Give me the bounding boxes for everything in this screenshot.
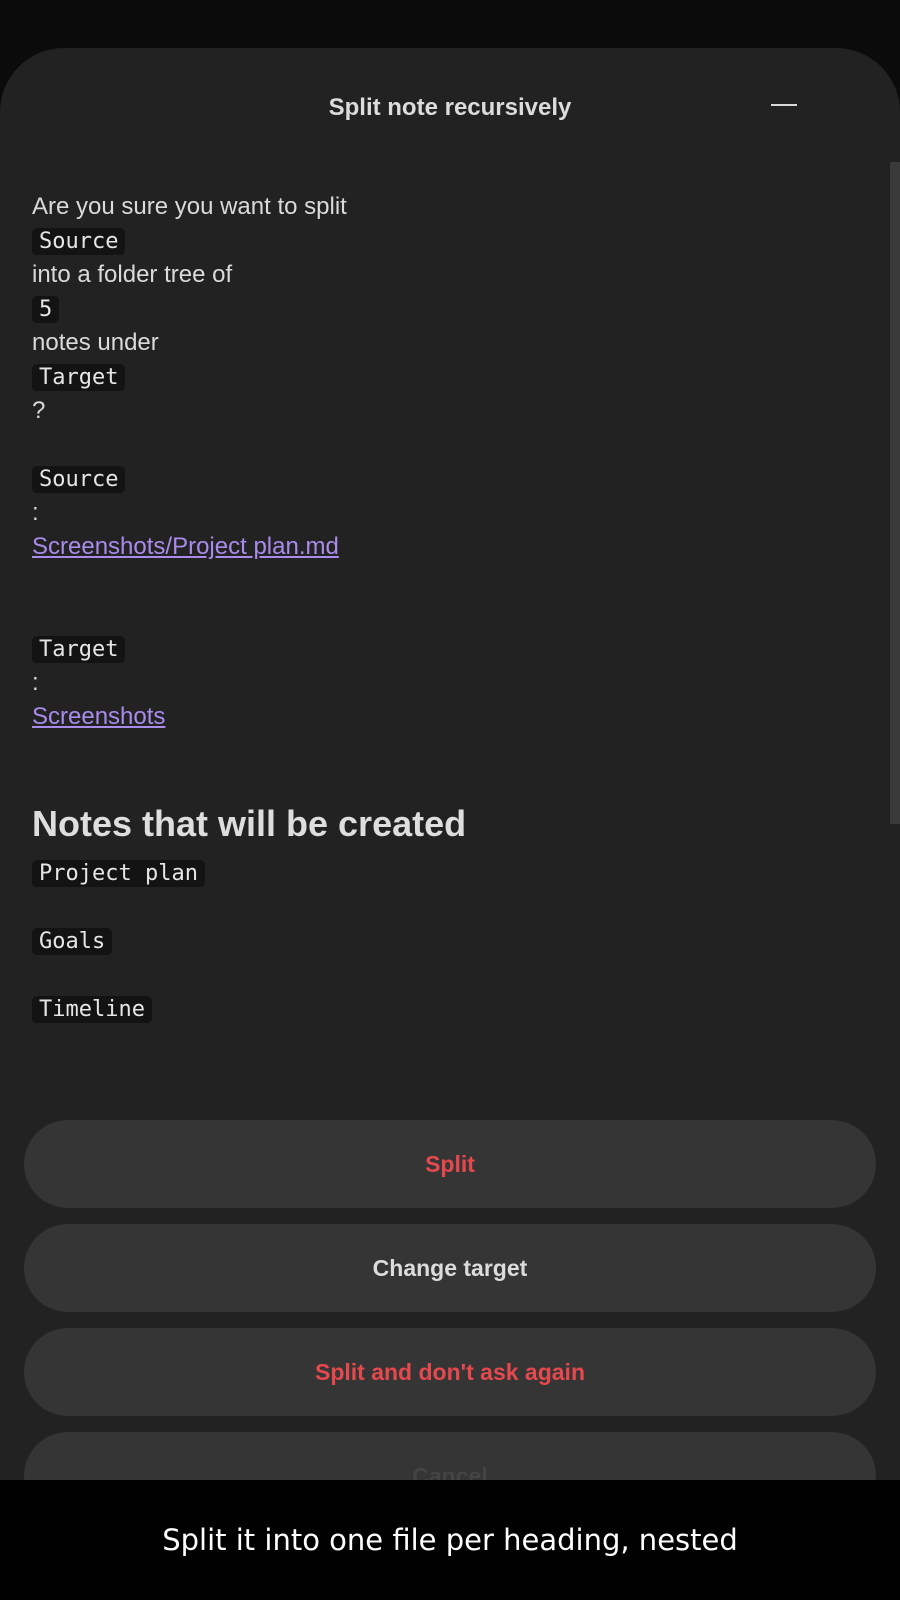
split-dont-ask-button[interactable]: Split and don't ask again [24,1328,876,1416]
change-target-button[interactable]: Change target [24,1224,876,1312]
note-count: 5 [32,296,60,323]
question-mark: ? [32,397,46,424]
notes-section-heading: Notes that will be created [32,803,467,844]
bottom-sheet-dialog: Split note recursively Are you sure you … [0,48,900,1600]
caption-banner: Split it into one file per heading, nest… [0,1480,900,1600]
note-item-goals: Goals [32,928,113,955]
notes-under-text: notes under [32,329,159,356]
into-text: into a folder tree of [32,261,233,288]
source-path-link[interactable]: Screenshots/Project plan.md [32,533,339,560]
intro-text: Are you sure you want to split [32,193,347,220]
action-buttons: Split Change target Split and don't ask … [24,1120,876,1536]
note-item-timeline: Timeline [32,996,152,1023]
target-path-link[interactable]: Screenshots [32,703,165,730]
collapse-button[interactable] [760,88,808,124]
dialog-content: Are you sure you want to split Source in… [32,190,852,1026]
source-colon: : [32,499,39,526]
target-label: Target [32,636,126,663]
source-label: Source [32,466,126,493]
target-code-inline: Target [32,364,126,391]
scrollbar[interactable] [890,162,900,824]
minus-icon [771,104,797,106]
note-item-project-plan: Project plan [32,860,205,887]
target-colon: : [32,669,39,696]
source-code-inline: Source [32,228,126,255]
split-button[interactable]: Split [24,1120,876,1208]
screen: Split note recursively Are you sure you … [0,0,900,1600]
